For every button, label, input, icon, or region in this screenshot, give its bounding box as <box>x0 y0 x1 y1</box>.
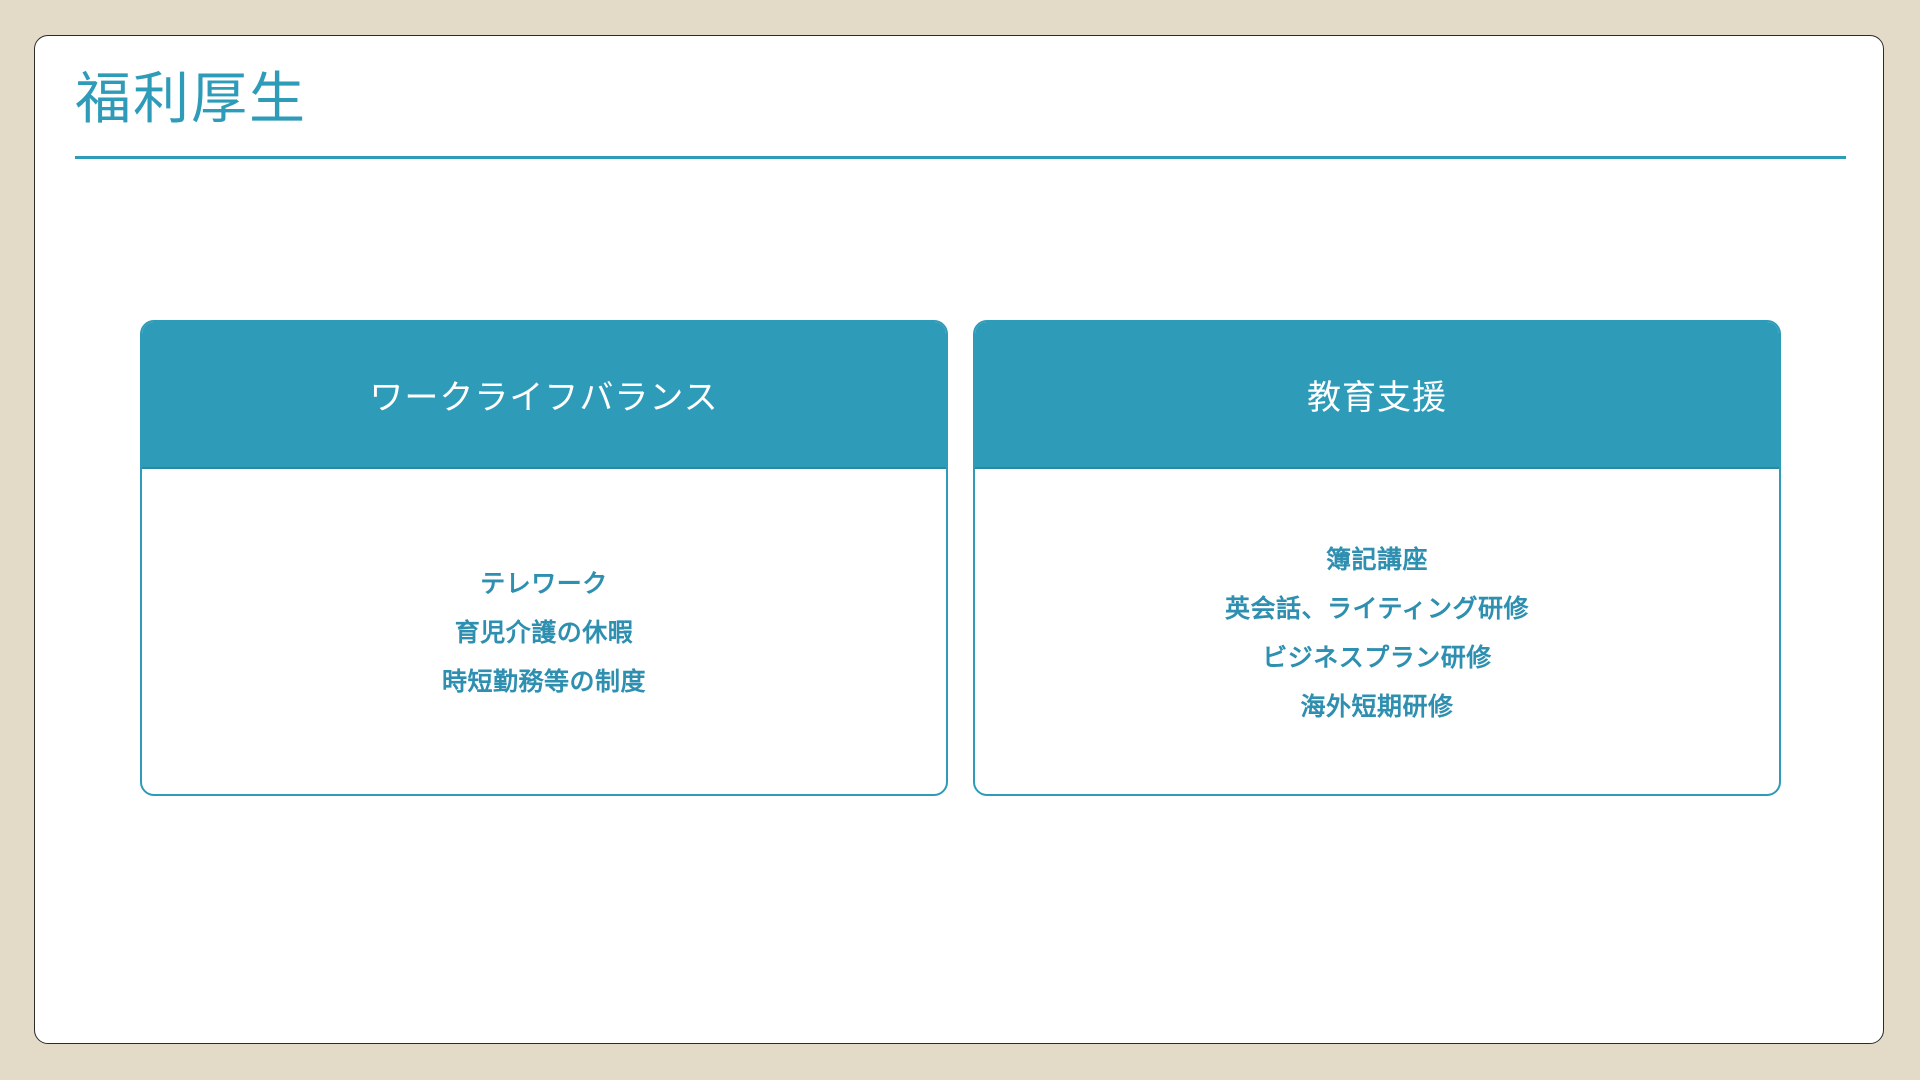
card-title: 教育支援 <box>1307 378 1447 418</box>
list-item: ビジネスプラン研修 <box>1262 642 1492 672</box>
card-body: テレワーク 育児介護の休暇 時短勤務等の制度 <box>142 469 946 794</box>
card-education-support: 教育支援 簿記講座 英会話、ライティング研修 ビジネスプラン研修 海外短期研修 <box>973 320 1781 796</box>
benefit-list: テレワーク 育児介護の休暇 時短勤務等の制度 <box>442 559 646 706</box>
list-item: テレワーク <box>480 569 608 598</box>
slide-panel: 福利厚生 ワークライフバランス テレワーク 育児介護の休暇 時短勤務等の制度 教… <box>34 35 1884 1044</box>
list-item: 簿記講座 <box>1325 544 1428 574</box>
card-body: 簿記講座 英会話、ライティング研修 ビジネスプラン研修 海外短期研修 <box>975 469 1779 794</box>
card-header: ワークライフバランス <box>142 322 946 469</box>
list-item: 海外短期研修 <box>1300 691 1454 721</box>
benefit-list: 簿記講座 英会話、ライティング研修 ビジネスプラン研修 海外短期研修 <box>1225 535 1529 731</box>
title-divider <box>75 156 1846 159</box>
list-item: 育児介護の休暇 <box>454 618 634 647</box>
card-title: ワークライフバランス <box>369 378 719 418</box>
slide-title: 福利厚生 <box>75 67 307 132</box>
card-work-life-balance: ワークライフバランス テレワーク 育児介護の休暇 時短勤務等の制度 <box>140 320 948 796</box>
list-item: 英会話、ライティング研修 <box>1224 593 1529 623</box>
list-item: 時短勤務等の制度 <box>441 667 646 696</box>
card-header: 教育支援 <box>975 322 1779 469</box>
